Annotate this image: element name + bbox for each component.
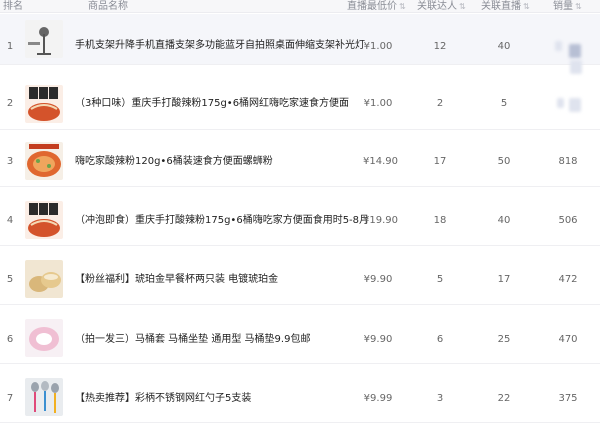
row-sales: 472	[558, 274, 578, 285]
product-title[interactable]: （3种口味）重庆手打酸辣粉175g•6桶网红嗨吃家速食方便面	[75, 98, 349, 110]
table-header: 排名 商品名称 直播最低价 ⇅ 关联达人 ⇅ 关联直播 ⇅ 销量 ⇅	[0, 0, 600, 13]
row-rank: 2	[6, 98, 14, 109]
table-row[interactable]: 4 （冲泡即食）重庆手打酸辣粉175g•6桶嗨吃家方便面食用时5-8月 ¥19.…	[0, 195, 600, 246]
row-price: ¥9.90	[363, 334, 393, 345]
row-talent-count: 18	[433, 215, 447, 226]
row-sales: 506	[558, 215, 578, 226]
table-row[interactable]: 2 （3种口味）重庆手打酸辣粉175g•6桶网红嗨吃家速食方便面 ¥1.00 2…	[0, 79, 600, 130]
stand-photo[interactable]	[25, 20, 63, 58]
row-talent-count: 3	[436, 393, 444, 404]
product-title[interactable]: （冲泡即食）重庆手打酸辣粉175g•6桶嗨吃家方便面食用时5-8月	[75, 215, 369, 227]
row-price: ¥19.90	[363, 215, 398, 226]
noodle-bowl-photo[interactable]	[25, 142, 63, 180]
row-rank: 5	[6, 274, 14, 285]
row-sales: 818	[558, 156, 578, 167]
table-row[interactable]: 6 （拍一发三）马桶套 马桶坐垫 通用型 马桶垫9.9包邮 ¥9.90 6 25…	[0, 313, 600, 364]
row-live-count: 25	[497, 334, 511, 345]
product-title[interactable]: 【热卖推荐】彩柄不锈钢网红勺子5支装	[75, 393, 251, 405]
redacted-sales	[570, 60, 582, 74]
row-live-count: 5	[500, 98, 508, 109]
noodle-bucket-photo[interactable]	[25, 201, 63, 239]
redacted-sales	[557, 98, 564, 108]
row-live-count: 40	[497, 215, 511, 226]
header-live[interactable]: 关联直播 ⇅	[481, 0, 530, 12]
row-talent-count: 6	[436, 334, 444, 345]
row-talent-count: 12	[433, 41, 447, 52]
row-talent-count: 5	[436, 274, 444, 285]
row-rank: 7	[6, 393, 14, 404]
row-live-count: 40	[497, 41, 511, 52]
redacted-sales	[569, 98, 581, 112]
cup-photo[interactable]	[25, 260, 63, 298]
row-price: ¥9.90	[363, 274, 393, 285]
row-price: ¥1.00	[363, 41, 393, 52]
header-sales[interactable]: 销量 ⇅	[553, 0, 582, 12]
row-rank: 4	[6, 215, 14, 226]
row-live-count: 22	[497, 393, 511, 404]
header-price[interactable]: 直播最低价 ⇅	[347, 0, 406, 12]
row-live-count: 17	[497, 274, 511, 285]
sort-icon[interactable]: ⇅	[399, 2, 406, 11]
row-price: ¥9.99	[363, 393, 393, 404]
toilet-cover-photo[interactable]	[25, 319, 63, 357]
row-talent-count: 17	[433, 156, 447, 167]
header-product: 商品名称	[88, 1, 128, 12]
redacted-sales	[555, 41, 562, 51]
header-rank: 排名	[3, 1, 23, 12]
product-title[interactable]: （拍一发三）马桶套 马桶坐垫 通用型 马桶垫9.9包邮	[75, 334, 310, 346]
sort-icon[interactable]: ⇅	[459, 2, 466, 11]
row-rank: 1	[6, 41, 14, 52]
row-live-count: 50	[497, 156, 511, 167]
table-row[interactable]: 7 【热卖推荐】彩柄不锈钢网红勺子5支装 ¥9.99 3 22 375	[0, 372, 600, 423]
noodle-bucket-photo[interactable]	[25, 85, 63, 123]
row-price: ¥1.00	[363, 98, 393, 109]
row-price: ¥14.90	[363, 156, 398, 167]
row-rank: 6	[6, 334, 14, 345]
row-sales: 470	[558, 334, 578, 345]
product-title[interactable]: 手机支架升降手机直播支架多功能蓝牙自拍照桌面伸缩支架补光灯	[75, 40, 365, 52]
spoon-photo[interactable]	[25, 378, 63, 416]
table-row[interactable]: 3 嗨吃家酸辣粉120g•6桶装速食方便面螺蛳粉 ¥14.90 17 50 81…	[0, 136, 600, 187]
row-talent-count: 2	[436, 98, 444, 109]
table-row[interactable]: 1 手机支架升降手机直播支架多功能蓝牙自拍照桌面伸缩支架补光灯 ¥1.00 12…	[0, 14, 600, 74]
header-talent[interactable]: 关联达人 ⇅	[417, 0, 466, 12]
row-rank: 3	[6, 156, 14, 167]
product-ranking-table: 排名 商品名称 直播最低价 ⇅ 关联达人 ⇅ 关联直播 ⇅ 销量 ⇅ 1 手机支架升降手…	[0, 0, 600, 429]
sort-icon[interactable]: ⇅	[523, 2, 530, 11]
row-sales: 375	[558, 393, 578, 404]
redacted-sales	[569, 44, 581, 58]
product-title[interactable]: 【粉丝福利】琥珀金早餐杯两只装 电镀琥珀金	[75, 274, 278, 286]
product-title[interactable]: 嗨吃家酸辣粉120g•6桶装速食方便面螺蛳粉	[75, 156, 273, 168]
table-row[interactable]: 5 【粉丝福利】琥珀金早餐杯两只装 电镀琥珀金 ¥9.90 5 17 472	[0, 254, 600, 305]
sort-icon[interactable]: ⇅	[575, 2, 582, 11]
